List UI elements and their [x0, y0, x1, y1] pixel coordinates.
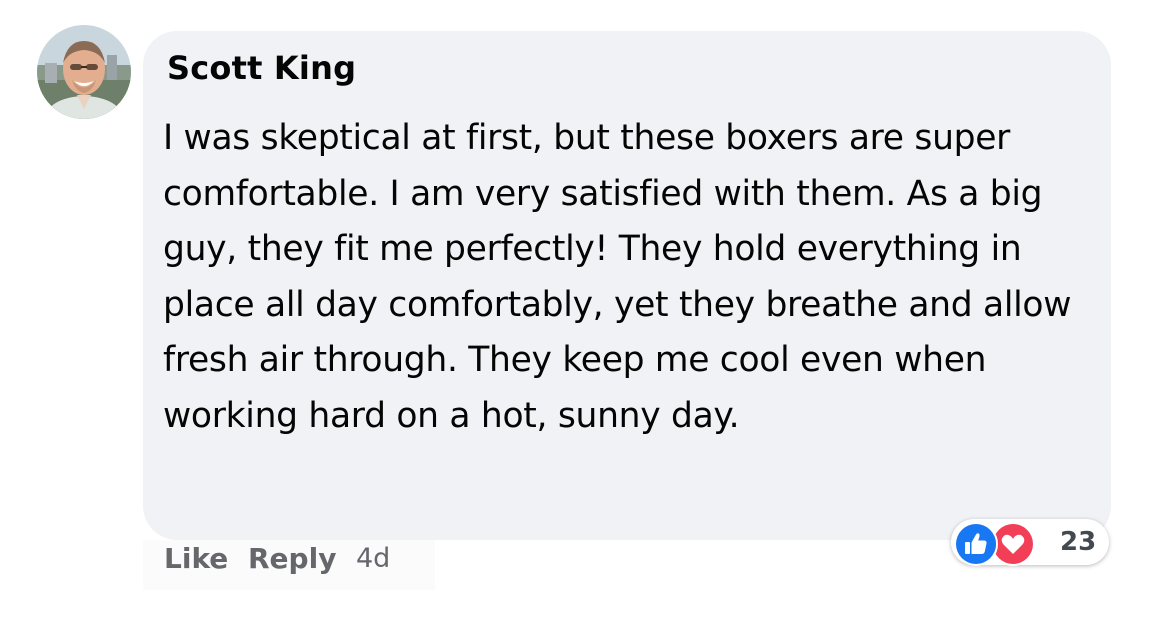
- comment-author[interactable]: Scott King: [167, 49, 356, 87]
- like-icon: [954, 522, 998, 566]
- comment-timestamp[interactable]: 4d: [356, 543, 390, 574]
- like-button[interactable]: Like: [164, 542, 228, 575]
- comment-bubble: Scott King I was skeptical at first, but…: [143, 31, 1111, 540]
- reactions-summary[interactable]: 23: [951, 519, 1109, 566]
- reply-button[interactable]: Reply: [248, 542, 336, 575]
- avatar[interactable]: [37, 25, 131, 119]
- comment-container: Scott King I was skeptical at first, but…: [0, 0, 1158, 619]
- comment-text: I was skeptical at first, but these boxe…: [163, 118, 1072, 436]
- avatar-photo: [37, 25, 131, 119]
- reaction-count: 23: [1060, 527, 1097, 557]
- comment-actions: Like Reply 4d: [143, 540, 435, 590]
